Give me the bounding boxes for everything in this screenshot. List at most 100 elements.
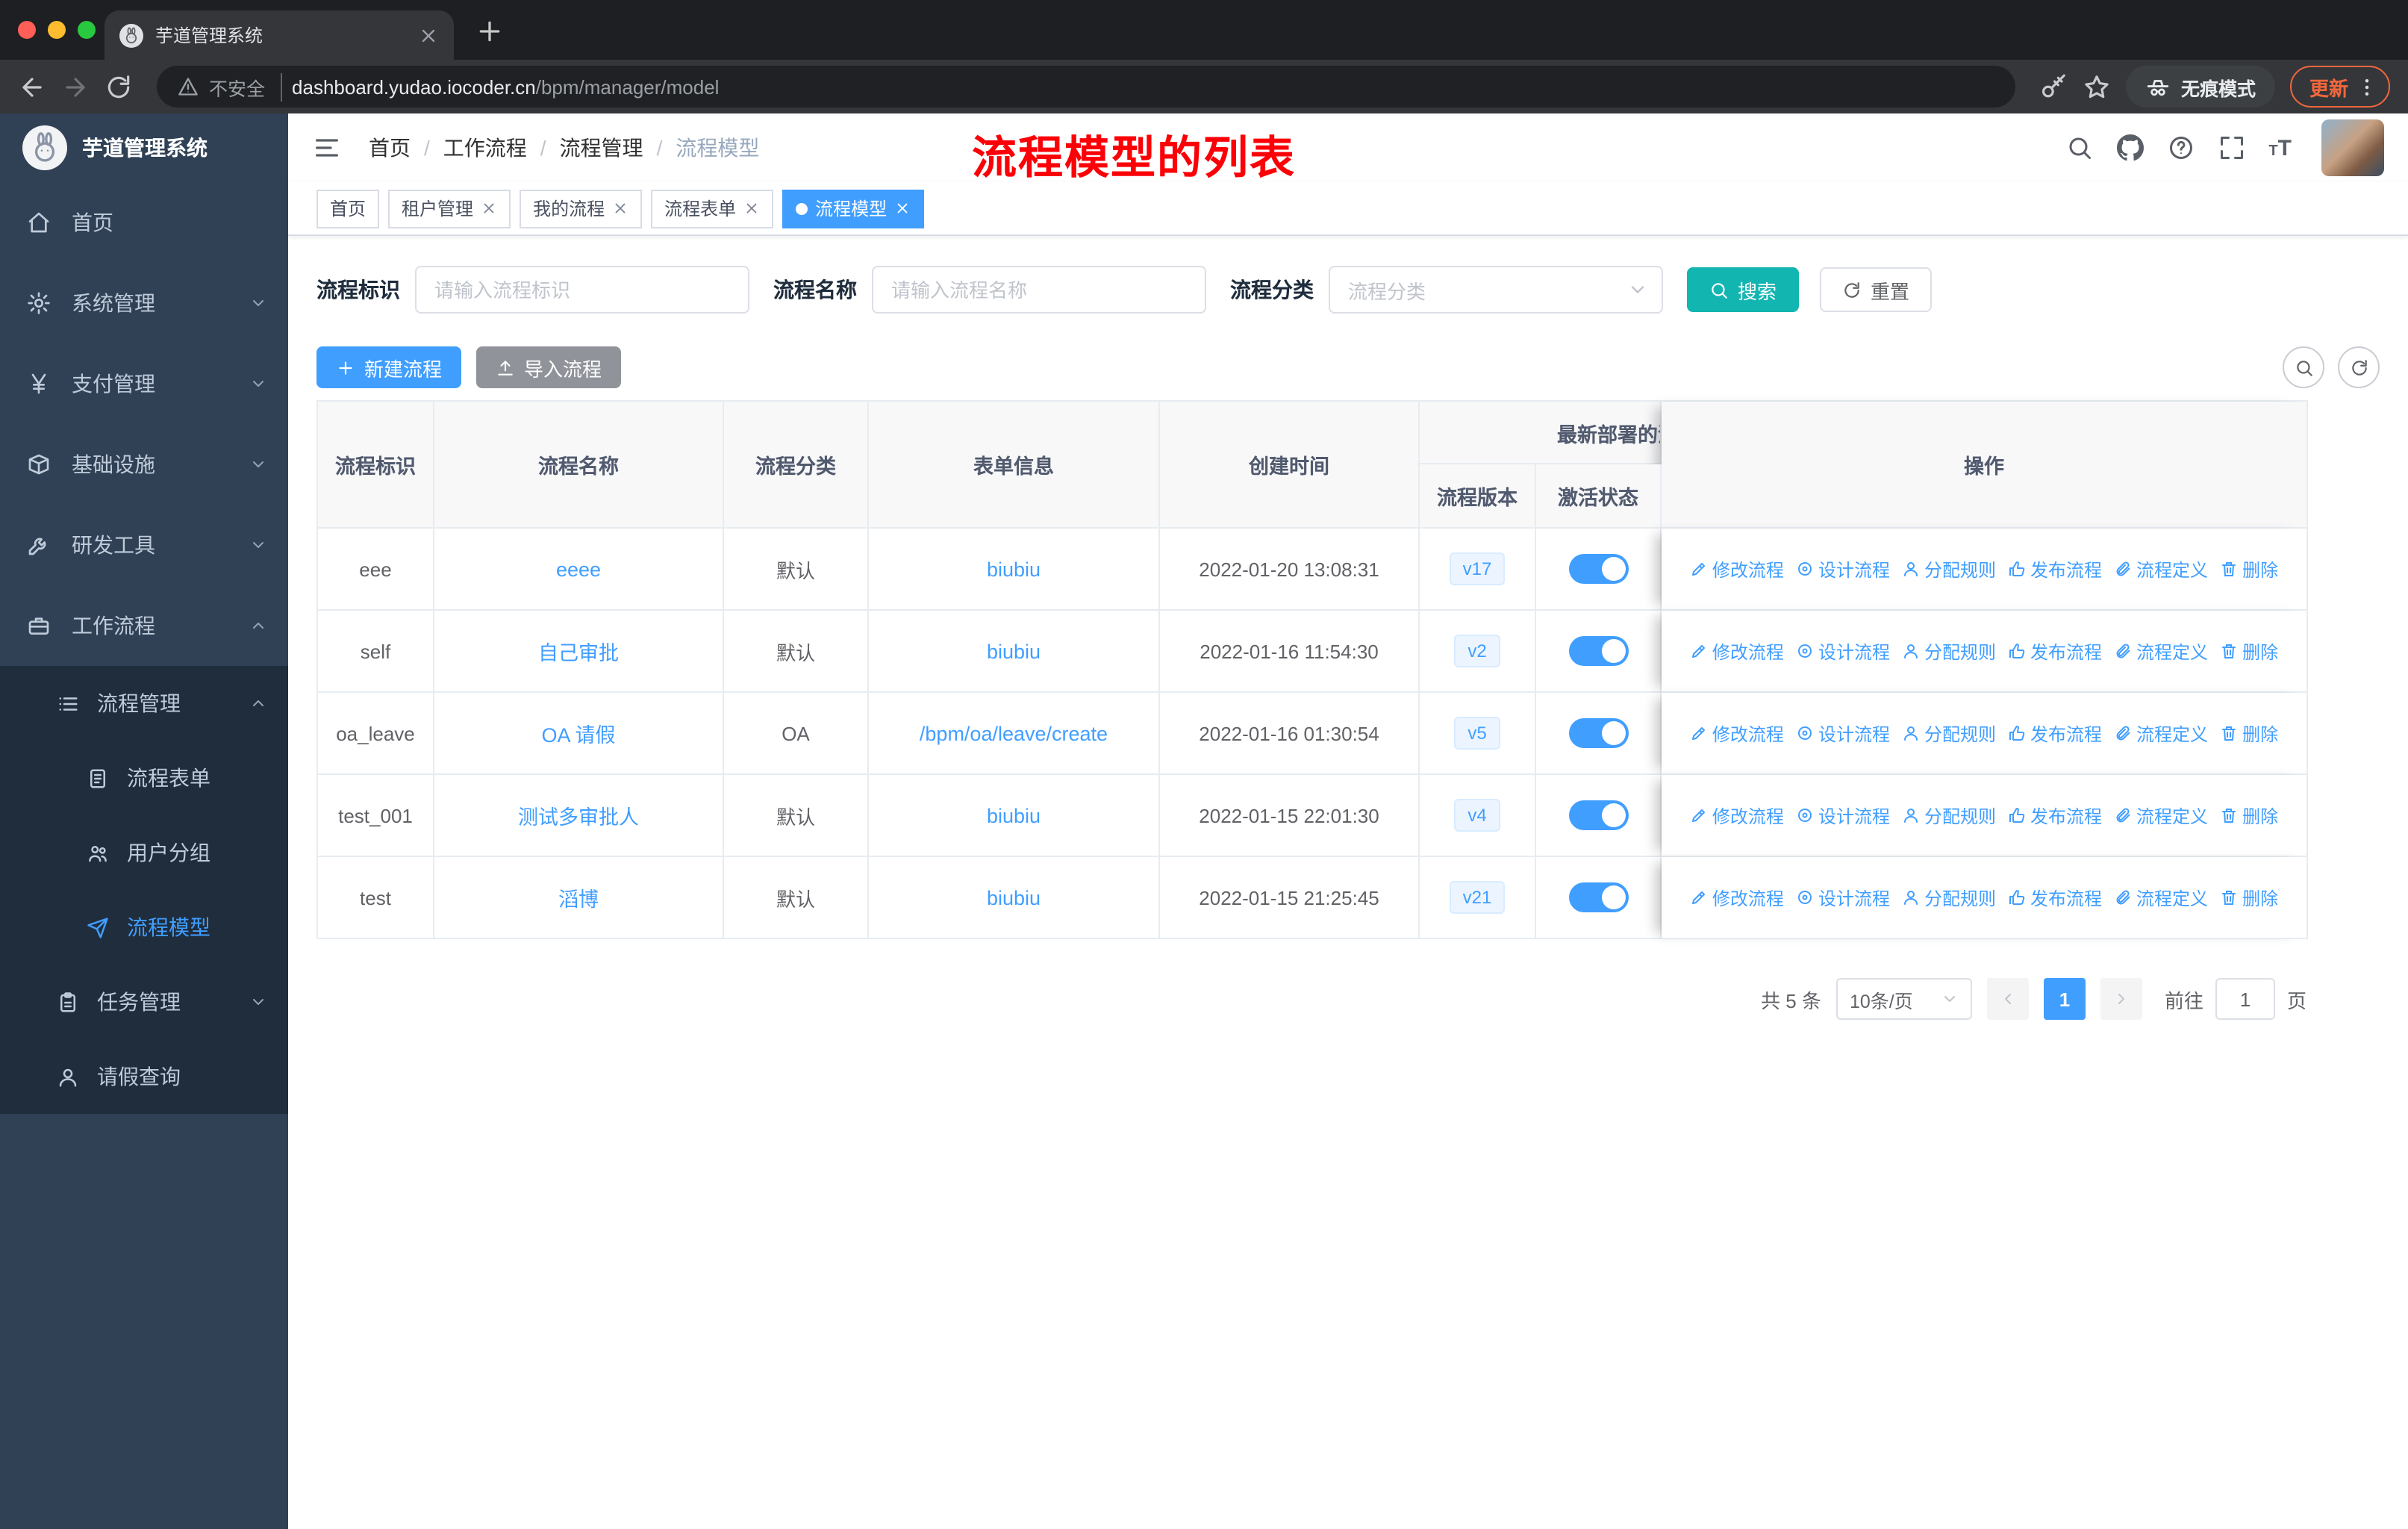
version-badge[interactable]: v2 [1454, 634, 1500, 668]
action-publish-link[interactable]: 发布流程 [2008, 803, 2102, 828]
active-toggle[interactable] [1568, 636, 1628, 666]
model-name-link[interactable]: 测试多审批人 [518, 806, 639, 829]
import-process-button[interactable]: 导入流程 [476, 346, 622, 388]
action-design-link[interactable]: 设计流程 [1796, 803, 1890, 828]
action-publish-link[interactable]: 发布流程 [2008, 638, 2102, 664]
action-assign-rule-link[interactable]: 分配规则 [1902, 638, 1996, 664]
browser-tab[interactable]: 芋道管理系统 [105, 10, 454, 60]
app-logo[interactable]: 芋道管理系统 [0, 113, 288, 182]
model-name-link[interactable]: 自己审批 [538, 642, 619, 664]
model-name-link[interactable]: 滔博 [558, 888, 599, 911]
reload-button[interactable] [105, 72, 133, 101]
action-design-link[interactable]: 设计流程 [1796, 885, 1890, 910]
process-key-input[interactable] [415, 266, 749, 314]
create-process-button[interactable]: 新建流程 [316, 346, 462, 388]
action-design-link[interactable]: 设计流程 [1796, 638, 1890, 664]
close-icon[interactable] [481, 200, 497, 217]
browser-menu-icon[interactable] [2356, 75, 2378, 98]
address-bar[interactable]: 不安全 dashboard.yudao.iocoder.cn/bpm/manag… [157, 66, 2015, 108]
action-delete-link[interactable]: 删除 [2220, 556, 2278, 582]
sidebar-item-dev-tools[interactable]: 研发工具 [0, 505, 288, 585]
action-design-link[interactable]: 设计流程 [1796, 720, 1890, 746]
close-icon[interactable] [612, 200, 628, 217]
new-tab-button[interactable] [475, 16, 505, 46]
action-assign-rule-link[interactable]: 分配规则 [1902, 556, 1996, 582]
tag-process-model[interactable]: 流程模型 [782, 189, 925, 228]
breadcrumb-home[interactable]: 首页 [369, 133, 411, 163]
version-badge[interactable]: v5 [1454, 716, 1500, 750]
tag-home[interactable]: 首页 [316, 189, 380, 228]
action-assign-rule-link[interactable]: 分配规则 [1902, 720, 1996, 746]
tag-tenant-management[interactable]: 租户管理 [388, 189, 511, 228]
user-avatar[interactable] [2321, 119, 2384, 176]
sidebar-item-task-management[interactable]: 任务管理 [0, 965, 288, 1039]
version-badge[interactable]: v17 [1449, 552, 1506, 586]
action-modify-link[interactable]: 修改流程 [1690, 556, 1784, 582]
github-icon[interactable] [2116, 134, 2143, 161]
version-badge[interactable]: v21 [1449, 880, 1506, 915]
font-size-icon[interactable]: TT [2268, 137, 2292, 159]
window-zoom-button[interactable] [78, 21, 96, 39]
breadcrumb-workflow[interactable]: 工作流程 [443, 133, 527, 163]
search-button[interactable]: 搜索 [1687, 267, 1800, 312]
action-definition-link[interactable]: 流程定义 [2114, 556, 2208, 582]
sidebar-item-system-management[interactable]: 系统管理 [0, 263, 288, 343]
forward-button[interactable] [61, 72, 90, 101]
active-toggle[interactable] [1568, 882, 1628, 912]
form-info-link[interactable]: biubiu [987, 804, 1041, 826]
goto-page-input[interactable] [2215, 978, 2275, 1020]
page-size-select[interactable]: 10条/页 [1835, 978, 1972, 1020]
breadcrumb-process-management[interactable]: 流程管理 [560, 133, 643, 163]
reset-button[interactable]: 重置 [1820, 267, 1933, 312]
action-modify-link[interactable]: 修改流程 [1690, 720, 1784, 746]
window-close-button[interactable] [18, 21, 36, 39]
action-modify-link[interactable]: 修改流程 [1690, 638, 1784, 664]
action-modify-link[interactable]: 修改流程 [1690, 803, 1784, 828]
sidebar-item-process-form[interactable]: 流程表单 [0, 741, 288, 815]
form-info-link[interactable]: biubiu [987, 640, 1041, 662]
sidebar-item-leave-query[interactable]: 请假查询 [0, 1039, 288, 1114]
action-publish-link[interactable]: 发布流程 [2008, 720, 2102, 746]
action-definition-link[interactable]: 流程定义 [2114, 885, 2208, 910]
tag-process-form[interactable]: 流程表单 [651, 189, 774, 228]
toggle-search-button[interactable] [2283, 346, 2324, 388]
action-delete-link[interactable]: 删除 [2220, 885, 2278, 910]
sidebar-item-infrastructure[interactable]: 基础设施 [0, 424, 288, 505]
password-manager-icon[interactable] [2039, 72, 2068, 101]
sidebar-item-workflow[interactable]: 工作流程 [0, 585, 288, 666]
window-minimize-button[interactable] [48, 21, 66, 39]
action-assign-rule-link[interactable]: 分配规则 [1902, 885, 1996, 910]
page-number-button[interactable]: 1 [2043, 978, 2086, 1020]
action-delete-link[interactable]: 删除 [2220, 720, 2278, 746]
action-definition-link[interactable]: 流程定义 [2114, 803, 2208, 828]
close-icon[interactable] [894, 200, 911, 217]
sidebar-toggle-icon[interactable] [312, 133, 342, 163]
tab-close-icon[interactable] [418, 25, 439, 46]
security-warning-icon[interactable] [178, 76, 199, 97]
next-page-button[interactable] [2100, 978, 2142, 1020]
action-delete-link[interactable]: 删除 [2220, 803, 2278, 828]
security-label[interactable]: 不安全 [209, 72, 282, 101]
model-name-link[interactable]: eeee [556, 558, 601, 580]
form-info-link[interactable]: biubiu [987, 558, 1041, 580]
fullscreen-icon[interactable] [2218, 134, 2245, 161]
bookmark-icon[interactable] [2083, 72, 2111, 101]
version-badge[interactable]: v4 [1454, 798, 1500, 832]
action-definition-link[interactable]: 流程定义 [2114, 720, 2208, 746]
action-definition-link[interactable]: 流程定义 [2114, 638, 2208, 664]
back-button[interactable] [18, 72, 46, 101]
prev-page-button[interactable] [1986, 978, 2029, 1020]
action-publish-link[interactable]: 发布流程 [2008, 556, 2102, 582]
active-toggle[interactable] [1568, 800, 1628, 830]
sidebar-item-home[interactable]: 首页 [0, 182, 288, 263]
refresh-table-button[interactable] [2338, 346, 2380, 388]
form-info-link[interactable]: /bpm/oa/leave/create [920, 722, 1108, 744]
browser-update-button[interactable]: 更新 [2289, 66, 2390, 108]
close-icon[interactable] [743, 200, 760, 217]
action-assign-rule-link[interactable]: 分配规则 [1902, 803, 1996, 828]
model-name-link[interactable]: OA 请假 [541, 724, 615, 747]
action-design-link[interactable]: 设计流程 [1796, 556, 1890, 582]
help-icon[interactable] [2167, 134, 2194, 161]
tag-my-process[interactable]: 我的流程 [520, 189, 643, 228]
action-publish-link[interactable]: 发布流程 [2008, 885, 2102, 910]
